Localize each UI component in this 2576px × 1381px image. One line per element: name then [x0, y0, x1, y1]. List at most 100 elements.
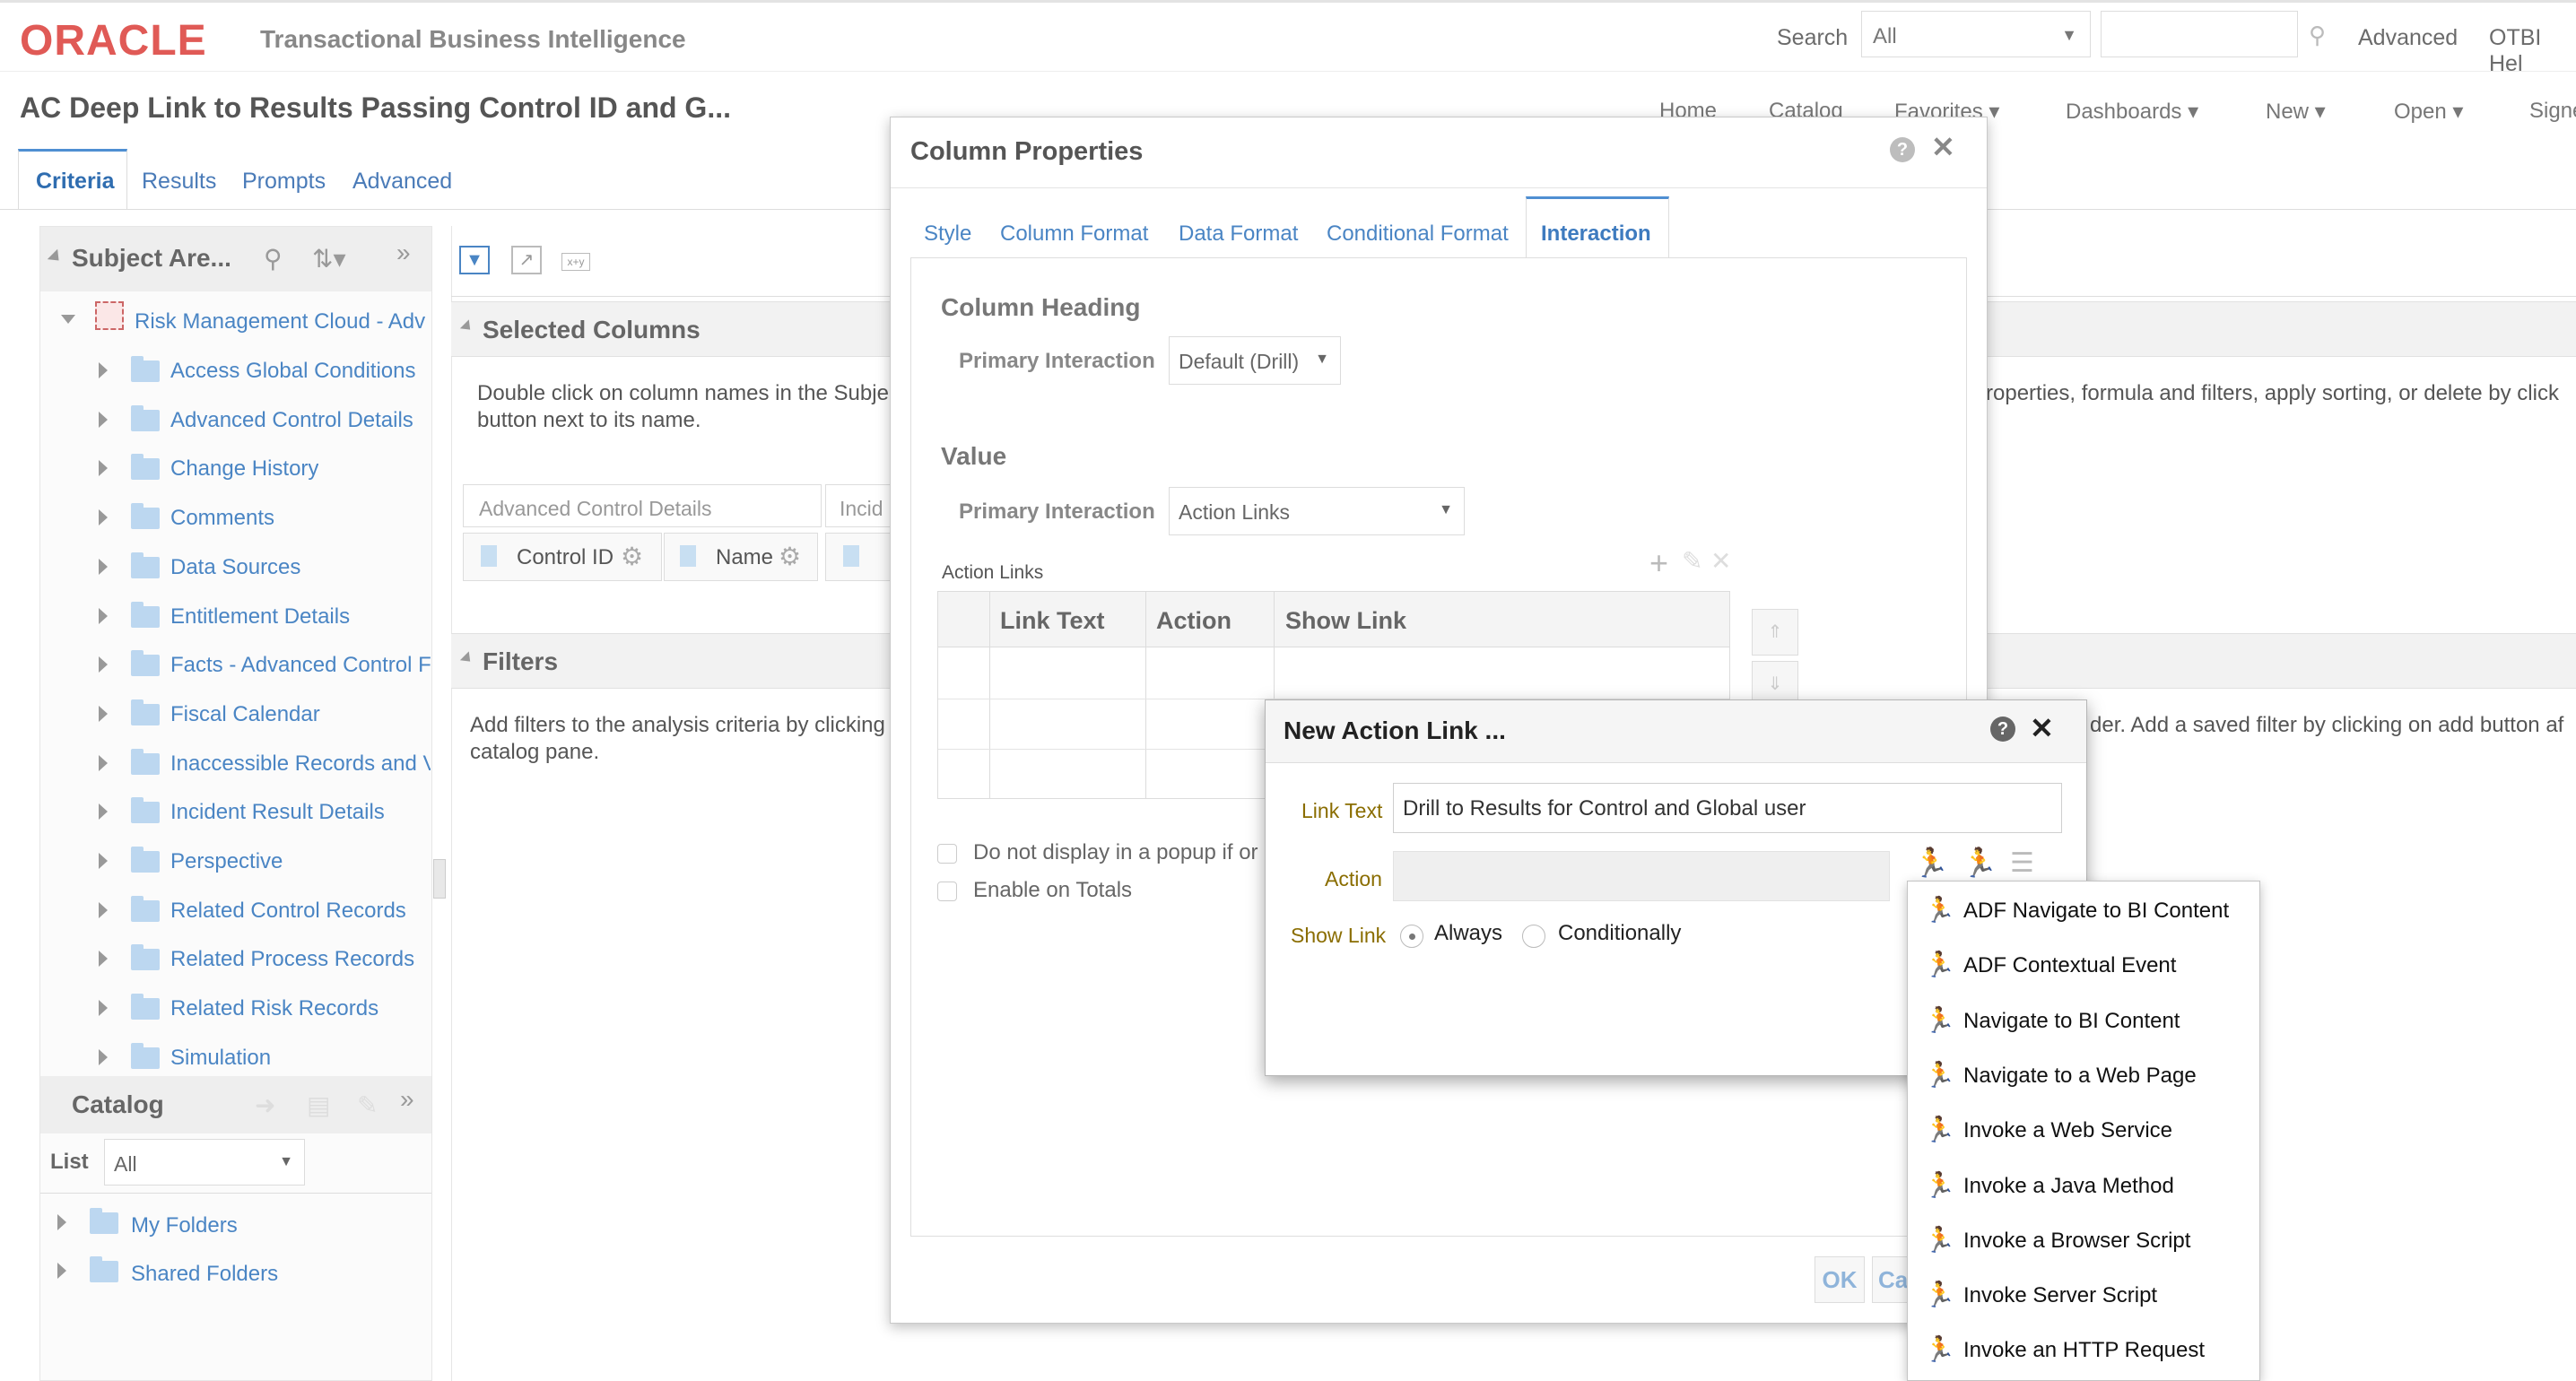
no-popup-checkbox[interactable] [937, 844, 957, 864]
tree-expand-icon[interactable] [99, 460, 108, 476]
help-icon[interactable]: ? [1890, 137, 1915, 162]
catalog-list-select[interactable]: All ▼ [104, 1139, 305, 1186]
conditionally-radio[interactable] [1522, 925, 1545, 948]
search-input[interactable] [2101, 11, 2298, 57]
search-icon[interactable]: ⚲ [264, 244, 283, 274]
tree-expand-icon[interactable] [99, 412, 108, 428]
help-menu[interactable]: OTBI Hel [2489, 25, 2576, 77]
tab-style[interactable]: Style [924, 221, 971, 247]
sort-icon[interactable]: ⇅▾ [312, 244, 346, 274]
subject-area-folder[interactable]: Data Sources [170, 555, 300, 580]
document-icon[interactable]: ▤ [307, 1090, 330, 1120]
tree-expand-icon[interactable] [99, 559, 108, 575]
tab-results[interactable]: Results [142, 169, 216, 195]
menu-item-action-type[interactable]: 🏃 Invoke a Java Method [1908, 1159, 2261, 1213]
catalog-folder-shared[interactable]: Shared Folders [131, 1262, 278, 1287]
menu-item-action-type[interactable]: 🏃 Navigate to BI Content [1908, 994, 2261, 1048]
subject-area-folder[interactable]: Related Control Records [170, 899, 406, 924]
subject-area-folder[interactable]: Comments [170, 506, 274, 531]
subject-area-folder[interactable]: Related Risk Records [170, 996, 379, 1021]
subject-area-folder[interactable]: Incident Result Details [170, 800, 385, 825]
tab-prompts[interactable]: Prompts [242, 169, 326, 195]
expand-panel-icon[interactable]: » [396, 239, 411, 267]
subject-area-folder[interactable]: Facts - Advanced Control F [170, 653, 431, 678]
filter-icon[interactable]: ▼ [459, 246, 490, 274]
tree-expand-icon[interactable] [99, 656, 108, 673]
ok-button[interactable]: OK [1815, 1256, 1865, 1303]
tree-expand-icon[interactable] [57, 1263, 66, 1279]
panel-splitter[interactable] [433, 859, 446, 899]
subject-area-folder[interactable]: Entitlement Details [170, 604, 350, 630]
tree-expand-icon[interactable] [99, 1049, 108, 1065]
subject-area-folder[interactable]: Access Global Conditions [170, 359, 415, 384]
subject-area-folder[interactable]: Fiscal Calendar [170, 702, 320, 727]
tree-expand-icon[interactable] [99, 706, 108, 722]
tree-expand-icon[interactable] [61, 315, 75, 324]
expand-catalog-icon[interactable]: » [400, 1085, 414, 1114]
tree-expand-icon[interactable] [99, 608, 108, 624]
new-action-icon[interactable]: 🏃 [1913, 846, 1949, 880]
enable-totals-checkbox[interactable] [937, 882, 957, 901]
menu-item-action-type[interactable]: 🏃 Navigate to a Web Page [1908, 1048, 2261, 1103]
tab-criteria[interactable]: Criteria [36, 169, 115, 195]
nav-new[interactable]: New ▾ [2266, 99, 2326, 125]
tree-expand-icon[interactable] [99, 1000, 108, 1016]
tree-root[interactable]: Risk Management Cloud - Adv [135, 309, 425, 334]
pencil-icon[interactable]: ✎ [357, 1090, 378, 1120]
subject-area-folder[interactable]: Related Process Records [170, 947, 414, 972]
nav-dashboards[interactable]: Dashboards ▾ [2066, 99, 2198, 125]
heading-interaction-select[interactable]: Default (Drill) ▼ [1169, 336, 1341, 385]
tree-expand-icon[interactable] [99, 902, 108, 918]
tree-expand-icon[interactable] [99, 853, 108, 869]
action-field[interactable] [1393, 851, 1890, 901]
help-icon[interactable]: ? [1990, 717, 2015, 742]
select-action-icon[interactable]: 🏃 [1962, 846, 1997, 880]
link-text-input[interactable]: Drill to Results for Control and Global … [1393, 783, 2062, 833]
pencil-icon[interactable]: ✎ [1682, 546, 1702, 576]
catalog-folder-my[interactable]: My Folders [131, 1213, 238, 1238]
close-icon[interactable]: ✕ [2030, 711, 2054, 745]
always-radio[interactable] [1400, 925, 1423, 948]
tree-expand-icon[interactable] [99, 755, 108, 771]
advanced-search-link[interactable]: Advanced [2358, 25, 2458, 51]
tab-interaction[interactable]: Interaction [1541, 221, 1651, 247]
subject-area-folder[interactable]: Simulation [170, 1046, 271, 1071]
subject-area-folder[interactable]: Advanced Control Details [170, 408, 413, 433]
list-icon[interactable]: ☰ [2010, 847, 2034, 879]
tree-expand-icon[interactable] [99, 951, 108, 967]
menu-item-action-type[interactable]: 🏃 Invoke Server Script [1908, 1268, 2261, 1323]
menu-item-action-type[interactable]: 🏃 ADF Contextual Event [1908, 938, 2261, 993]
add-icon[interactable]: + [1649, 544, 1668, 582]
subject-area-folder[interactable]: Perspective [170, 849, 283, 874]
menu-item-action-type[interactable]: 🏃 Invoke a Browser Script [1908, 1213, 2261, 1268]
delete-icon[interactable]: ✕ [1710, 546, 1731, 576]
gear-icon[interactable]: ⚙ [779, 542, 801, 571]
action-run-icon: 🏃 [1924, 1335, 1955, 1364]
gear-icon[interactable]: ⚙ [621, 542, 643, 571]
nav-signout[interactable]: Signe [2529, 99, 2576, 124]
value-interaction-select[interactable]: Action Links ▼ [1169, 487, 1465, 535]
search-icon[interactable]: ⚲ [2309, 22, 2326, 49]
tree-expand-icon[interactable] [99, 362, 108, 378]
tab-data-format[interactable]: Data Format [1179, 221, 1298, 247]
column-incid[interactable] [825, 533, 897, 581]
chart-icon[interactable]: ↗ [511, 246, 542, 274]
menu-item-action-type[interactable]: 🏃 Invoke a Web Service [1908, 1103, 2261, 1158]
close-icon[interactable]: ✕ [1931, 130, 1955, 164]
tab-column-format[interactable]: Column Format [1000, 221, 1148, 247]
xyz-icon[interactable]: x+y [561, 253, 590, 271]
subject-area-folder[interactable]: Inaccessible Records and V [170, 751, 431, 777]
arrow-right-icon[interactable]: ➜ [255, 1090, 275, 1120]
move-up-icon[interactable]: ⇑ [1752, 609, 1798, 656]
search-scope-select[interactable]: All ▼ [1861, 11, 2091, 57]
tree-expand-icon[interactable] [57, 1214, 66, 1230]
tree-expand-icon[interactable] [99, 509, 108, 525]
folder-icon [131, 602, 160, 628]
tab-conditional-format[interactable]: Conditional Format [1327, 221, 1509, 247]
tree-expand-icon[interactable] [99, 803, 108, 820]
tab-advanced[interactable]: Advanced [352, 169, 452, 195]
menu-item-action-type[interactable]: 🏃 ADF Navigate to BI Content [1908, 883, 2261, 938]
subject-area-folder[interactable]: Change History [170, 456, 318, 482]
nav-open[interactable]: Open ▾ [2394, 99, 2463, 125]
menu-item-action-type[interactable]: 🏃 Invoke an HTTP Request [1908, 1323, 2261, 1377]
